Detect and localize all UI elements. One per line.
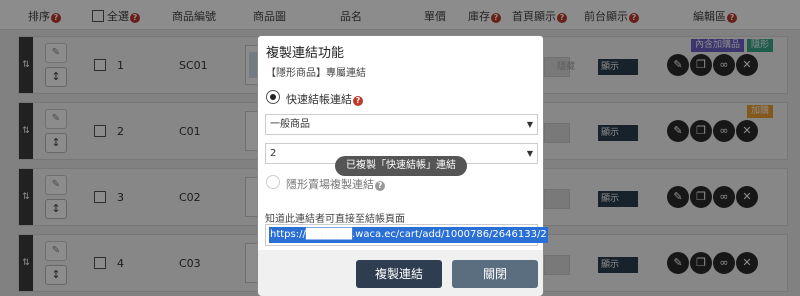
quick-checkout-label[interactable]: 快速結帳連結? [286,91,363,107]
product-type-select[interactable]: 一般商品 ▼ [265,114,538,135]
quick-checkout-radio[interactable] [266,90,280,104]
copy-link-button[interactable]: 複製連結 [356,260,442,288]
link-field[interactable]: https://██████.waca.ec/cart/add/1000786/… [265,224,548,246]
help-icon[interactable]: ? [375,181,385,191]
hidden-store-radio[interactable] [266,175,280,189]
hidden-store-label[interactable]: 隱形賣場複製連結? [286,176,385,192]
modal-title: 複製連結功能 [266,46,345,61]
help-icon[interactable]: ? [353,96,363,106]
chevron-down-icon: ▼ [526,120,533,129]
link-note: 知道此連結者可直接至結帳頁面 [265,214,405,225]
link-text[interactable]: https://██████.waca.ec/cart/add/1000786/… [269,227,548,243]
chevron-down-icon: ▼ [526,149,533,158]
modal-subtitle: 【隱形商品】專屬連結 [266,68,366,79]
copy-link-modal: 複製連結功能 【隱形商品】專屬連結 快速結帳連結? 一般商品 ▼ 2 ▼ 已複製「快… [257,35,548,296]
copied-toast: 已複製「快速結帳」連結 [335,156,467,176]
modal-footer: 複製連結 關閉 [258,250,543,296]
close-button[interactable]: 關閉 [452,260,538,288]
